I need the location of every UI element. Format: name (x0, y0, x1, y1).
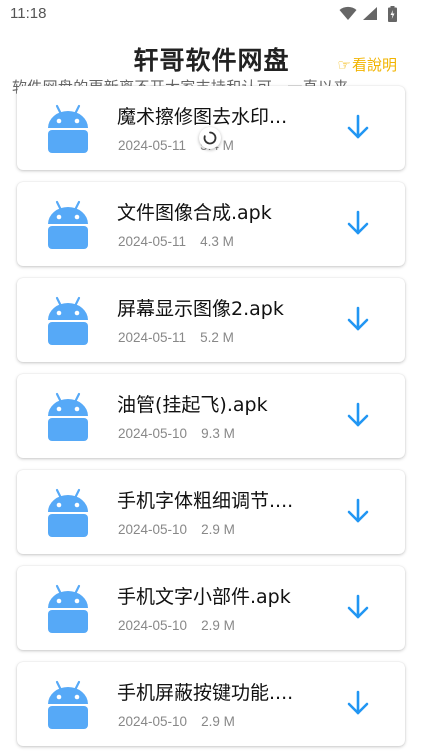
download-arrow-icon (345, 114, 371, 145)
file-meta: 2024-05-10 9.3 M (118, 426, 235, 441)
download-button[interactable] (345, 497, 371, 525)
file-card[interactable]: 油管(挂起飞).apk 2024-05-10 9.3 M (17, 374, 405, 458)
download-button[interactable] (345, 593, 371, 621)
file-name: 魔术擦修图去水印... (117, 106, 288, 128)
file-date: 2024-05-10 (118, 618, 188, 633)
file-card[interactable]: 手机文字小部件.apk 2024-05-10 2.9 M (17, 566, 405, 650)
android-icon (45, 392, 91, 442)
file-name: 手机文字小部件.apk (117, 586, 291, 608)
file-size: 4.3 M (200, 234, 234, 249)
download-button[interactable] (345, 305, 371, 333)
android-icon (45, 200, 91, 250)
battery-icon (388, 6, 397, 22)
loading-spinner-icon (199, 127, 221, 149)
pointing-hand-icon: ☞ (337, 56, 351, 74)
android-icon (45, 296, 91, 346)
download-arrow-icon (345, 690, 371, 721)
file-date: 2024-05-11 (118, 138, 187, 153)
file-meta: 2024-05-11 4.3 M (118, 234, 234, 249)
android-icon (45, 680, 91, 730)
wifi-icon (339, 6, 357, 20)
file-card[interactable]: 手机字体粗细调节.... 2024-05-10 2.9 M (17, 470, 405, 554)
download-arrow-icon (345, 498, 371, 529)
download-arrow-icon (345, 594, 371, 625)
status-time: 11:18 (10, 5, 47, 22)
file-name: 手机屏蔽按键功能.... (117, 682, 294, 704)
download-button[interactable] (345, 689, 371, 717)
file-name: 手机字体粗细调节.... (117, 490, 294, 512)
download-arrow-icon (345, 210, 371, 241)
file-meta: 2024-05-11 5.2 M (118, 330, 234, 345)
file-name: 油管(挂起飞).apk (117, 394, 268, 416)
file-date: 2024-05-11 (118, 330, 187, 345)
android-icon (45, 488, 91, 538)
android-icon (45, 584, 91, 634)
file-date: 2024-05-11 (118, 234, 187, 249)
download-arrow-icon (345, 402, 371, 433)
status-bar: 11:18 (0, 0, 423, 30)
help-link[interactable]: ☞看說明 (338, 54, 397, 75)
file-name: 文件图像合成.apk (117, 202, 272, 224)
file-size: 2.9 M (201, 714, 235, 729)
file-date: 2024-05-10 (118, 714, 188, 729)
file-size: 5.2 M (200, 330, 234, 345)
download-button[interactable] (345, 401, 371, 429)
file-meta: 2024-05-10 2.9 M (118, 714, 235, 729)
file-card[interactable]: 文件图像合成.apk 2024-05-11 4.3 M (17, 182, 405, 266)
file-card[interactable]: 手机屏蔽按键功能.... 2024-05-10 2.9 M (17, 662, 405, 746)
file-size: 2.9 M (201, 522, 235, 537)
cell-signal-icon (363, 7, 377, 20)
file-meta: 2024-05-10 2.9 M (118, 522, 235, 537)
download-button[interactable] (345, 209, 371, 237)
download-arrow-icon (345, 306, 371, 337)
android-icon (45, 104, 91, 154)
file-meta: 2024-05-10 2.9 M (118, 618, 235, 633)
file-name: 屏幕显示图像2.apk (117, 298, 284, 320)
file-size: 9.3 M (201, 426, 235, 441)
file-size: 2.9 M (201, 618, 235, 633)
file-date: 2024-05-10 (118, 522, 188, 537)
file-card[interactable]: 屏幕显示图像2.apk 2024-05-11 5.2 M (17, 278, 405, 362)
download-button[interactable] (345, 113, 371, 141)
help-link-label: 看說明 (351, 56, 397, 74)
file-date: 2024-05-10 (118, 426, 188, 441)
